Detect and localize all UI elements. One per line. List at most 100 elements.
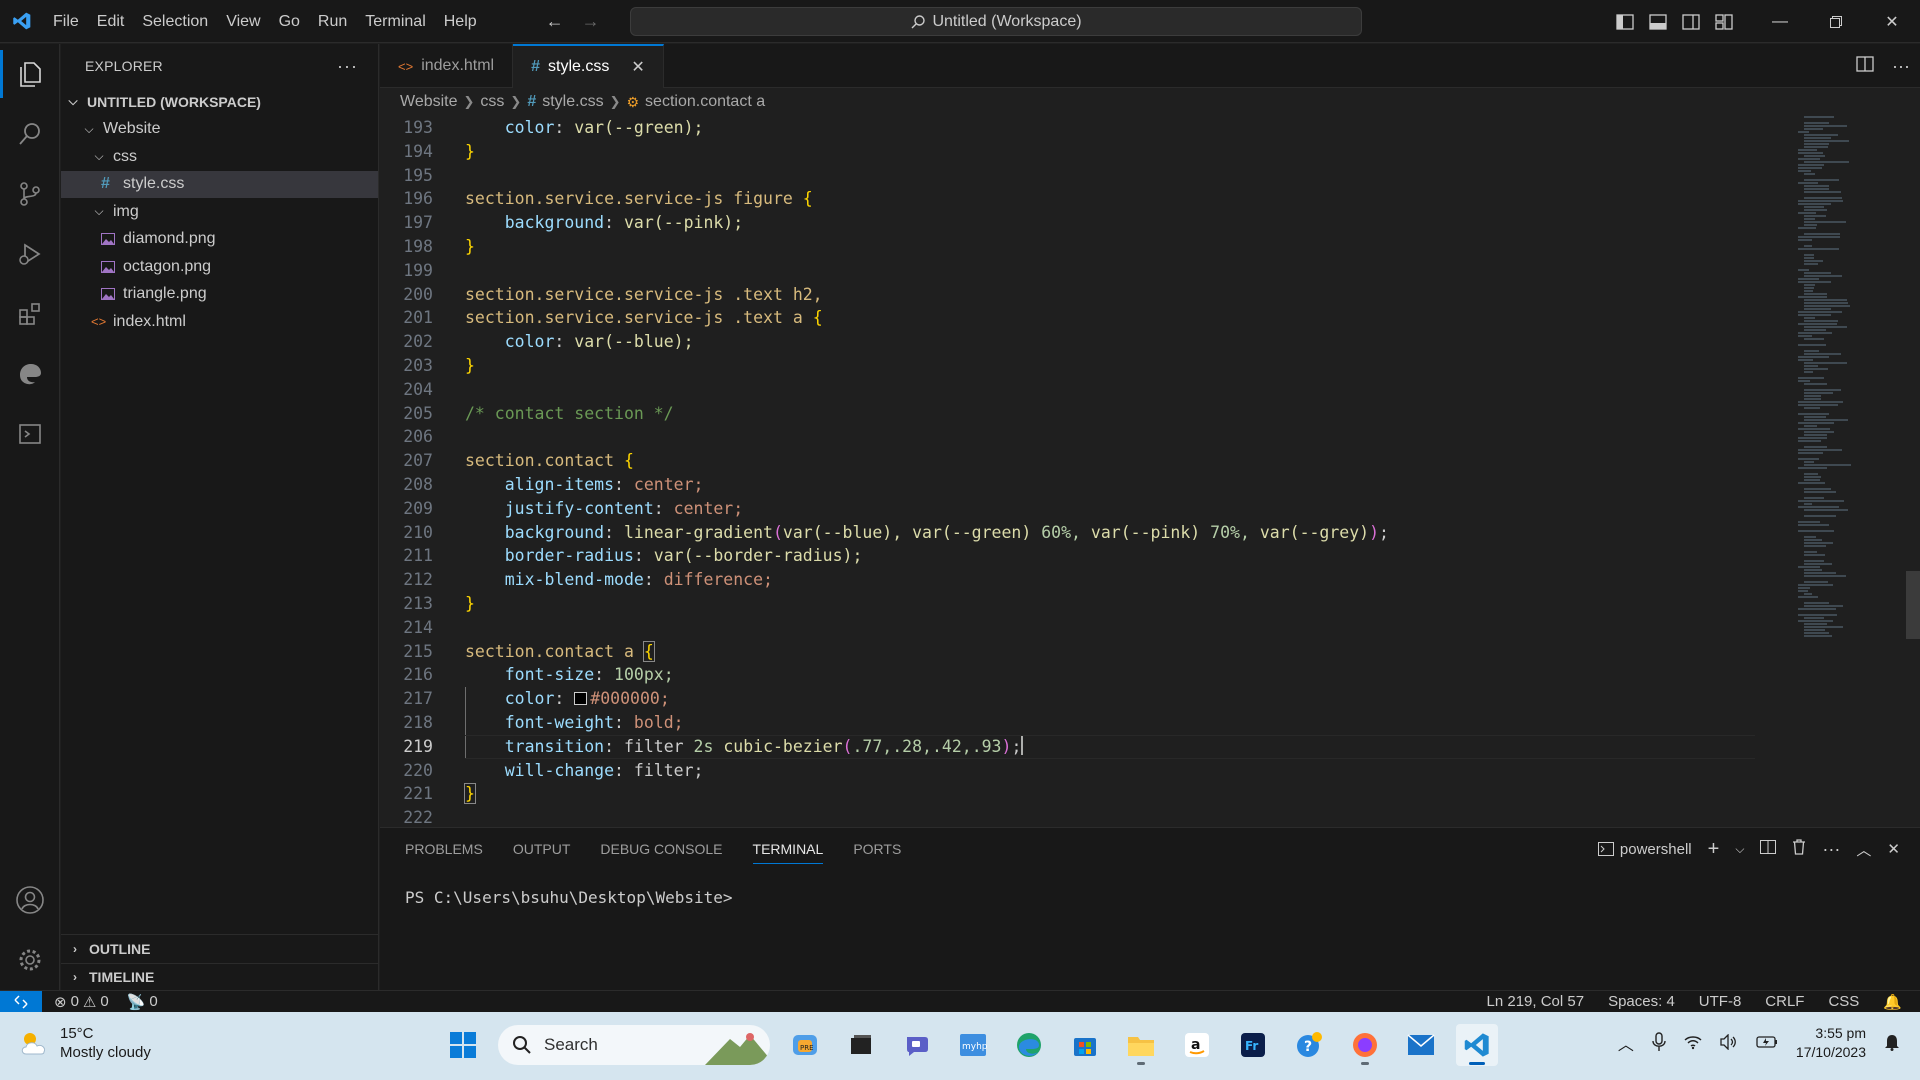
vertical-scrollbar[interactable]: [1906, 571, 1920, 639]
end-of-line[interactable]: CRLF: [1765, 993, 1804, 1010]
menu-go[interactable]: Go: [270, 0, 309, 43]
menu-help[interactable]: Help: [435, 0, 486, 43]
timeline-section[interactable]: › TIMELINE: [61, 962, 379, 991]
close-tab-icon[interactable]: ✕: [631, 57, 644, 77]
outline-section[interactable]: › OUTLINE: [61, 935, 379, 963]
run-debug-icon[interactable]: [0, 224, 60, 284]
task-view-icon[interactable]: [840, 1024, 882, 1066]
file-triangle-png[interactable]: triangle.png: [61, 281, 378, 309]
folder-img[interactable]: ⌵ img: [61, 198, 378, 226]
terminal-output[interactable]: PS C:\Users\bsuhu\Desktop\Website>: [380, 870, 1920, 925]
language-mode[interactable]: CSS: [1828, 993, 1859, 1010]
extensions-icon[interactable]: [0, 284, 60, 344]
wifi-icon[interactable]: [1684, 1034, 1702, 1053]
close-panel-icon[interactable]: ✕: [1887, 840, 1900, 858]
breadcrumb-item[interactable]: Website: [400, 93, 458, 111]
breadcrumb-item[interactable]: style.css: [542, 93, 603, 111]
toggle-secondary-sidebar-icon[interactable]: [1674, 0, 1707, 43]
css-property: transition: [504, 736, 605, 756]
adobe-fresco-icon[interactable]: Fr: [1232, 1024, 1274, 1066]
ports-indicator[interactable]: 📡 0: [127, 993, 158, 1011]
minimap[interactable]: [1798, 116, 1908, 646]
volume-icon[interactable]: [1720, 1032, 1738, 1053]
split-terminal-icon[interactable]: [1760, 840, 1777, 858]
workspace-root[interactable]: ⌵ UNTITLED (WORKSPACE): [61, 88, 378, 116]
breadcrumb-item[interactable]: css: [480, 93, 504, 111]
teams-chat-icon[interactable]: [896, 1024, 938, 1066]
vscode-taskbar-icon[interactable]: [1456, 1024, 1498, 1066]
editor-more-actions-icon[interactable]: ···: [1892, 56, 1910, 77]
explorer-icon[interactable]: [0, 44, 60, 104]
tab-index-html[interactable]: <> index.html: [380, 44, 514, 88]
notification-center-bell-icon[interactable]: [1884, 1033, 1900, 1054]
show-hidden-icons-chevron-up-icon[interactable]: ︿: [1618, 1031, 1634, 1055]
command-center[interactable]: Untitled (Workspace): [630, 7, 1362, 36]
code-editor[interactable]: 193 color: var(--green); 194} 195 196 sec…: [380, 116, 1920, 826]
microsoft-store-icon[interactable]: [1064, 1024, 1106, 1066]
split-editor-icon[interactable]: [1856, 55, 1874, 77]
menu-run[interactable]: Run: [309, 0, 356, 43]
account-icon[interactable]: [0, 870, 60, 930]
forward-arrow-icon[interactable]: →: [582, 11, 600, 32]
minimize-icon[interactable]: —: [1752, 0, 1808, 43]
menu-edit[interactable]: Edit: [88, 0, 134, 43]
start-windows-icon[interactable]: [442, 1024, 484, 1066]
menu-selection[interactable]: Selection: [133, 0, 217, 43]
tab-ports[interactable]: PORTS: [853, 841, 901, 857]
cursor-position[interactable]: Ln 219, Col 57: [1487, 993, 1585, 1010]
menu-terminal[interactable]: Terminal: [356, 0, 434, 43]
close-window-icon[interactable]: ✕: [1864, 0, 1920, 43]
amazon-app-icon[interactable]: a: [1176, 1024, 1218, 1066]
new-terminal-icon[interactable]: +: [1708, 838, 1720, 861]
toggle-panel-icon[interactable]: [1641, 0, 1674, 43]
chevron-down-icon[interactable]: ⌵: [1735, 842, 1744, 857]
color-swatch[interactable]: [574, 692, 588, 706]
menu-file[interactable]: File: [44, 0, 88, 43]
terminal-shell-selector[interactable]: powershell: [1597, 841, 1692, 858]
back-arrow-icon[interactable]: ←: [546, 11, 564, 32]
notifications-bell-icon[interactable]: 🔔: [1883, 993, 1902, 1011]
folder-website[interactable]: ⌵ Website: [61, 116, 378, 144]
weather-widget[interactable]: 15°C Mostly cloudy: [18, 1024, 151, 1062]
more-actions-icon[interactable]: ···: [1822, 839, 1840, 860]
minimap-line: [1804, 605, 1843, 607]
copilot-app-icon[interactable]: PRE: [784, 1024, 826, 1066]
file-explorer-icon[interactable]: [1120, 1024, 1162, 1066]
toggle-primary-sidebar-icon[interactable]: [1608, 0, 1641, 43]
remote-indicator-icon[interactable]: [0, 990, 42, 1013]
firefox-icon[interactable]: [1344, 1024, 1386, 1066]
file-diamond-png[interactable]: diamond.png: [61, 226, 378, 254]
taskbar-search[interactable]: Search: [498, 1025, 770, 1065]
maximize-panel-icon[interactable]: ︿: [1856, 839, 1871, 860]
battery-charging-icon[interactable]: [1756, 1035, 1778, 1052]
tab-terminal[interactable]: TERMINAL: [752, 841, 824, 864]
myob-app-icon[interactable]: myhp: [952, 1024, 994, 1066]
source-control-icon[interactable]: [0, 164, 60, 224]
search-icon[interactable]: [0, 104, 60, 164]
folder-css[interactable]: ⌵ css: [61, 143, 378, 171]
breadcrumb-item[interactable]: section.contact a: [645, 93, 765, 111]
tab-problems[interactable]: PROBLEMS: [405, 841, 483, 857]
file-style-css[interactable]: # style.css: [61, 170, 378, 198]
settings-gear-icon[interactable]: [0, 930, 60, 990]
microphone-icon[interactable]: [1652, 1031, 1666, 1055]
edge-devtools-icon[interactable]: [0, 344, 60, 404]
tab-style-css[interactable]: # style.css ✕: [513, 44, 664, 88]
indentation[interactable]: Spaces: 4: [1608, 993, 1675, 1010]
customize-layout-icon[interactable]: [1707, 0, 1740, 43]
problems-indicator[interactable]: ⊗ 0 ⚠ 0: [54, 993, 109, 1011]
file-octagon-png[interactable]: octagon.png: [61, 253, 378, 281]
get-help-icon[interactable]: ?: [1288, 1024, 1330, 1066]
tab-output[interactable]: OUTPUT: [513, 841, 571, 857]
menu-view[interactable]: View: [217, 0, 269, 43]
trash-icon[interactable]: [1792, 839, 1806, 859]
file-encoding[interactable]: UTF-8: [1699, 993, 1742, 1010]
tab-debug-console[interactable]: DEBUG CONSOLE: [600, 841, 722, 857]
edge-browser-icon[interactable]: [1008, 1024, 1050, 1066]
maximize-icon[interactable]: [1808, 0, 1864, 43]
terminal-view-icon[interactable]: [0, 404, 60, 464]
clock[interactable]: 3:55 pm 17/10/2023: [1796, 1024, 1866, 1062]
file-index-html[interactable]: <> index.html: [61, 308, 378, 336]
mail-icon[interactable]: [1400, 1024, 1442, 1066]
more-actions-icon[interactable]: ···: [337, 56, 358, 77]
